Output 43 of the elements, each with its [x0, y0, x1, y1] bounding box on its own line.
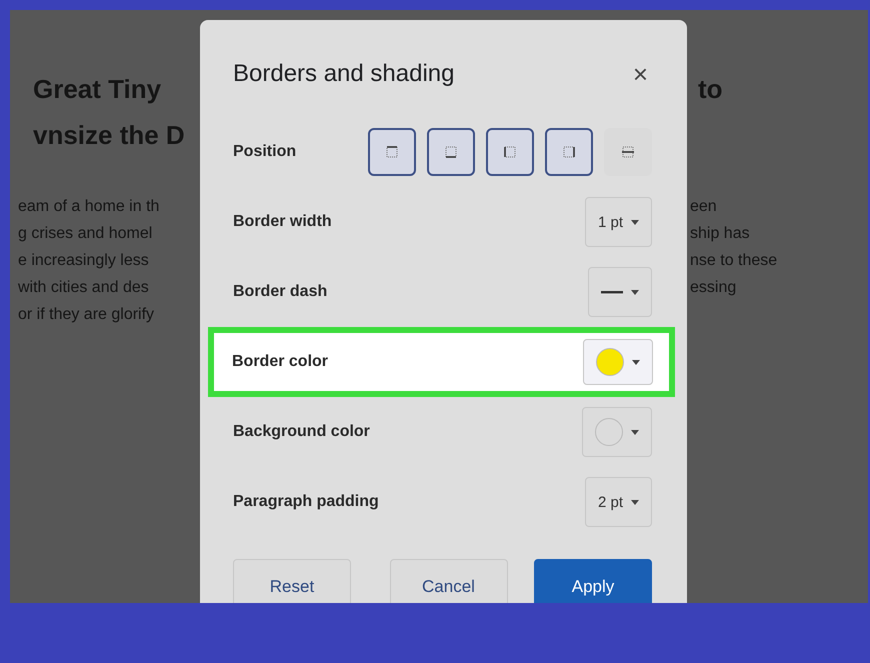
dialog-title: Borders and shading — [233, 60, 454, 88]
document-text: een — [690, 197, 718, 217]
dialog-button[interactable]: Reset — [233, 559, 351, 603]
border-position-button[interactable] — [427, 128, 475, 176]
caret-icon — [631, 220, 639, 224]
dialog-button[interactable]: Cancel — [390, 559, 508, 603]
solid-line-icon — [601, 290, 623, 294]
document-text: g crises and homel — [18, 224, 154, 244]
apply-button[interactable]: Apply — [534, 559, 652, 603]
document-text: eam of a home in th — [18, 197, 160, 217]
value-dropdown[interactable]: 2 pt — [584, 477, 652, 527]
document-heading: to — [698, 73, 724, 106]
border-side-icon — [561, 144, 577, 160]
close-button[interactable]: × — [628, 58, 652, 90]
color-dropdown[interactable] — [582, 407, 652, 457]
document-text: essing — [690, 278, 738, 298]
border-position-button[interactable] — [545, 128, 593, 176]
caret-icon — [631, 290, 639, 294]
document-text: ship has — [690, 224, 751, 244]
border-side-icon — [384, 144, 400, 160]
caret-icon — [631, 500, 639, 504]
color-dropdown[interactable] — [583, 339, 653, 385]
caret-icon — [632, 360, 640, 364]
border-side-icon — [443, 144, 459, 160]
document-text: with cities and des — [18, 278, 150, 298]
row-label: Position — [233, 143, 296, 161]
document-text: or if they are glorify — [18, 305, 156, 325]
document-text: nse to these — [690, 251, 778, 271]
border-position-button[interactable] — [486, 128, 534, 176]
row-label: Paragraph padding — [233, 493, 379, 511]
row-label: Border dash — [233, 283, 328, 301]
border-side-icon — [502, 144, 518, 160]
value-dropdown[interactable]: 1 pt — [584, 197, 652, 247]
row-label: Background color — [233, 423, 370, 441]
border-side-icon — [620, 144, 636, 160]
document-heading: vnsize the D — [33, 119, 186, 152]
document-text: e increasingly less — [18, 251, 150, 271]
row-label: Border color — [232, 353, 328, 371]
caret-icon — [631, 430, 639, 434]
dash-dropdown[interactable] — [588, 267, 652, 317]
border-position-button[interactable] — [368, 128, 416, 176]
document-heading: Great Tiny — [33, 73, 162, 106]
row-label: Border width — [233, 213, 332, 231]
